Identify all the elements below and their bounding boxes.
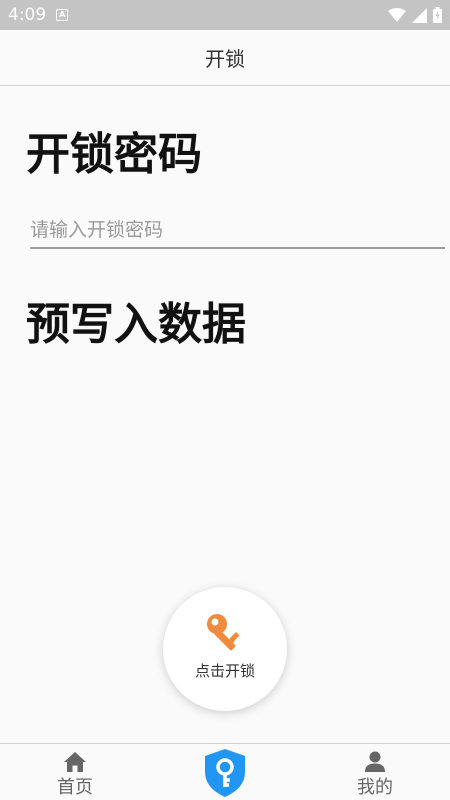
status-bar: 4:09 A	[0, 0, 450, 30]
app-header: 开锁	[0, 30, 450, 86]
shield-key-icon	[205, 748, 245, 797]
nav-item-unlock[interactable]	[200, 744, 250, 800]
status-time: 4:09	[8, 5, 47, 25]
nav-item-home[interactable]: 首页	[45, 744, 105, 800]
nav-home-label: 首页	[57, 777, 93, 798]
notification-icon: A	[56, 9, 69, 21]
prewrite-section-title: 预写入数据	[26, 299, 246, 350]
key-icon	[207, 613, 240, 651]
password-input[interactable]	[30, 212, 445, 247]
status-icons	[388, 7, 442, 23]
password-section-title: 开锁密码	[26, 129, 202, 180]
home-icon	[64, 752, 86, 772]
unlock-button-label: 点击开锁	[194, 661, 255, 680]
unlock-button[interactable]: 点击开锁	[163, 587, 287, 711]
nav-item-mine[interactable]: 我的	[345, 744, 405, 800]
person-icon	[365, 751, 385, 772]
signal-icon	[412, 7, 427, 23]
password-field-wrapper	[30, 212, 445, 249]
battery-icon	[433, 7, 442, 23]
page-title: 开锁	[205, 47, 245, 71]
nav-mine-label: 我的	[357, 777, 393, 798]
wifi-icon	[388, 7, 406, 22]
bottom-nav: 首页 我的	[0, 743, 450, 800]
